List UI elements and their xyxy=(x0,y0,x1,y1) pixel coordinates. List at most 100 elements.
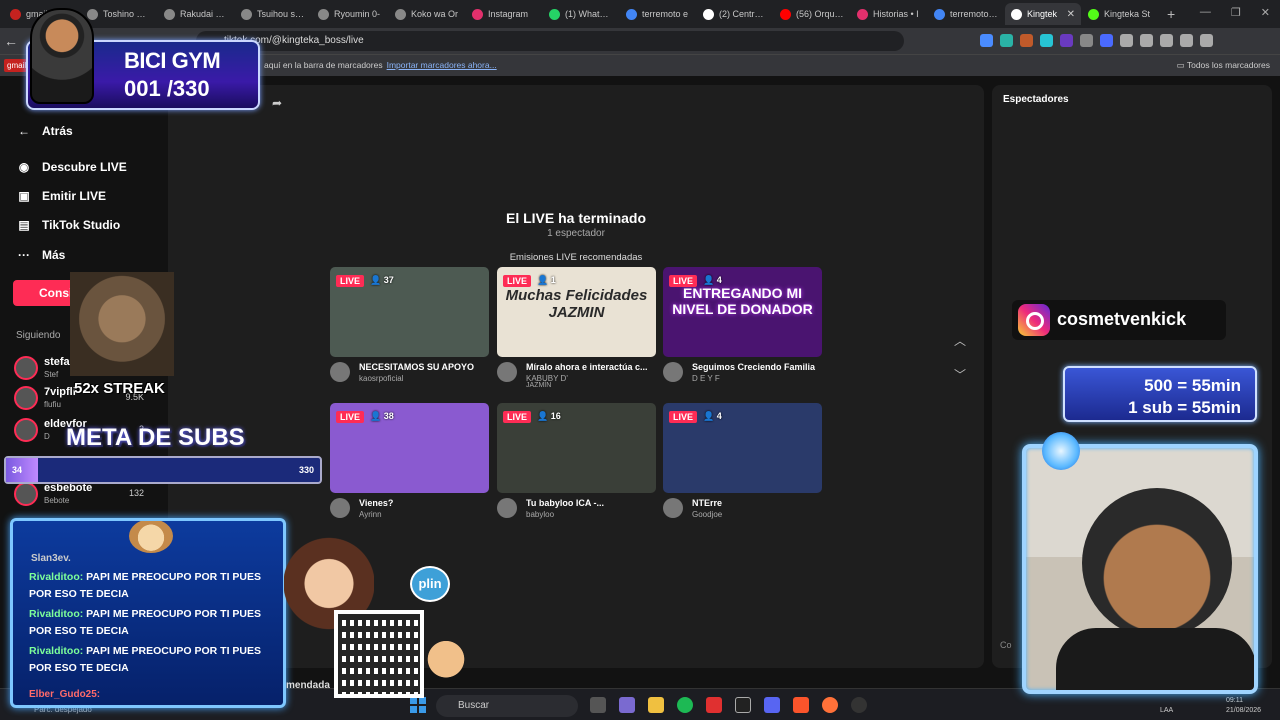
close-tab-icon[interactable]: ✕ xyxy=(1067,9,1075,20)
extension-icon[interactable] xyxy=(1000,34,1013,47)
app-icon[interactable] xyxy=(735,697,751,713)
live-title[interactable]: Tu babyloo ICA -... xyxy=(526,498,654,508)
browser-tab[interactable]: terremoto m xyxy=(928,3,1004,25)
live-username[interactable]: Goodjoe xyxy=(692,510,820,519)
avatar[interactable] xyxy=(330,498,350,518)
tab-label: Kingtek xyxy=(1027,9,1058,19)
extension-icon[interactable] xyxy=(980,34,993,47)
menu-icon[interactable] xyxy=(1200,34,1213,47)
browser-tab[interactable]: (56) Orquest xyxy=(774,3,850,25)
taskbar-apps xyxy=(590,697,867,713)
live-thumbnail[interactable]: ENTREGANDO MI NIVEL DE DONADOR LIVE 👤 4 xyxy=(663,267,822,357)
language-indicator[interactable]: LAA xyxy=(1160,707,1173,714)
brave-icon[interactable] xyxy=(793,697,809,713)
sidebar-icon[interactable] xyxy=(1160,34,1173,47)
live-card[interactable]: LIVE 👤 16 Tu babyloo ICA -... babyloo xyxy=(497,403,656,525)
tab-label: terremoto m xyxy=(950,9,998,19)
browser-tab[interactable]: Historias • I xyxy=(851,3,927,25)
import-bookmarks-link[interactable]: Importar marcadores ahora... xyxy=(387,60,497,70)
avatar[interactable] xyxy=(497,362,517,382)
avatar[interactable] xyxy=(663,498,683,518)
browser-tab[interactable]: Rakudai Ken xyxy=(158,3,234,25)
live-thumbnail[interactable]: LIVE 👤 4 xyxy=(663,403,822,493)
browser-tab[interactable]: Kingtek ✕ xyxy=(1005,3,1081,25)
live-thumbnail[interactable]: LIVE 👤 16 xyxy=(497,403,656,493)
browser-tab[interactable]: Kingteka St xyxy=(1082,3,1158,25)
avatar[interactable] xyxy=(330,362,350,382)
live-title[interactable]: NTErre xyxy=(692,498,820,508)
live-card[interactable]: LIVE 👤 37 NECESITAMOS SU APOYO kaosrpoficia… xyxy=(330,267,489,389)
extension-icon[interactable] xyxy=(1040,34,1053,47)
sidebar-item-tiktok-studio[interactable]: ▤ TikTok Studio xyxy=(16,218,120,232)
scroll-up-icon[interactable]: ︿ xyxy=(954,332,966,349)
avatar[interactable] xyxy=(663,362,683,382)
extension-icon[interactable] xyxy=(1100,34,1113,47)
task-view-icon[interactable] xyxy=(590,697,606,713)
all-bookmarks-button[interactable]: ▭ Todos los marcadores xyxy=(1177,60,1270,71)
discord-icon[interactable] xyxy=(764,697,780,713)
live-username[interactable]: kaosrpoficial xyxy=(359,374,487,383)
browser-tab[interactable]: Koko wa Or xyxy=(389,3,465,25)
browser-tab[interactable]: (2) Centro S xyxy=(697,3,773,25)
avatar[interactable] xyxy=(497,498,517,518)
live-title[interactable]: NECESITAMOS SU APOYO xyxy=(359,362,487,372)
live-card[interactable]: Muchas Felicidades JAZMIN LIVE 👤 1 Míralo a… xyxy=(497,267,656,389)
share-icon[interactable]: ➦ xyxy=(272,96,282,110)
firefox-icon[interactable] xyxy=(822,697,838,713)
tab-favicon-icon xyxy=(780,8,791,20)
browser-tab[interactable]: Toshino Ma... xyxy=(81,3,157,25)
app-icon[interactable] xyxy=(619,697,635,713)
live-username[interactable]: babyloo xyxy=(526,510,654,519)
download-icon[interactable] xyxy=(1140,34,1153,47)
back-button[interactable]: ← Atrás xyxy=(16,124,73,138)
scroll-down-icon[interactable]: ﹀ xyxy=(954,366,966,383)
live-username[interactable]: D E Y F xyxy=(692,374,820,383)
live-card[interactable]: ENTREGANDO MI NIVEL DE DONADOR LIVE 👤 4 Seg… xyxy=(663,267,822,389)
extension-icon[interactable] xyxy=(1060,34,1073,47)
close-window-icon[interactable]: ✕ xyxy=(1261,6,1270,19)
viewer-count: 👤 37 xyxy=(370,275,394,285)
taskbar-search-input[interactable]: Buscar xyxy=(436,695,578,717)
avatar xyxy=(14,418,38,442)
cyclist-character-image xyxy=(30,8,94,104)
live-title[interactable]: Vienes? xyxy=(359,498,487,508)
maximize-icon[interactable]: ❐ xyxy=(1231,6,1241,19)
live-thumbnail[interactable]: LIVE 👤 37 xyxy=(330,267,489,357)
live-thumbnail[interactable]: Muchas Felicidades JAZMIN LIVE 👤 1 xyxy=(497,267,656,357)
extension-icon[interactable] xyxy=(1020,34,1033,47)
back-label: Atrás xyxy=(42,124,73,138)
viewer-count: 👤 38 xyxy=(370,411,394,421)
live-username[interactable]: Ayrinn xyxy=(359,510,487,519)
minimize-icon[interactable]: — xyxy=(1200,6,1211,19)
comment-input[interactable]: Co xyxy=(1000,640,1012,650)
viewer-count-value: 16 xyxy=(550,411,561,421)
live-title[interactable]: Míralo ahora e interactúa c... xyxy=(526,362,654,372)
windows-start-icon[interactable] xyxy=(410,697,426,713)
puzzle-icon[interactable] xyxy=(1120,34,1133,47)
spotify-icon[interactable] xyxy=(677,697,693,713)
sidebar-item-descubre-live[interactable]: ◉ Descubre LIVE xyxy=(16,160,127,174)
live-thumbnail[interactable]: LIVE 👤 38 xyxy=(330,403,489,493)
back-arrow-icon[interactable]: ← xyxy=(0,33,22,49)
tab-label: Kingteka St xyxy=(1104,9,1151,19)
clock-time[interactable]: 09:11 xyxy=(1226,697,1243,704)
live-title[interactable]: Seguimos Creciendo Familia xyxy=(692,362,820,372)
browser-tab[interactable]: Instagram xyxy=(466,3,542,25)
extension-icon[interactable] xyxy=(1080,34,1093,47)
sidebar-item-emitir-live[interactable]: ▣ Emitir LIVE xyxy=(16,189,106,203)
file-explorer-icon[interactable] xyxy=(648,697,664,713)
sidebar-item-mas[interactable]: ··· Más xyxy=(16,248,65,262)
browser-tab[interactable]: (1) WhatsAp xyxy=(543,3,619,25)
browser-tab[interactable]: terremoto e xyxy=(620,3,696,25)
url-input[interactable]: tiktok.com/@kingteka_boss/live xyxy=(196,31,904,51)
live-card[interactable]: LIVE 👤 4 NTErre Goodjoe xyxy=(663,403,822,525)
obs-icon[interactable] xyxy=(851,697,867,713)
profile-icon[interactable] xyxy=(1180,34,1193,47)
browser-tab[interactable]: Tsuihou sare xyxy=(235,3,311,25)
app-icon[interactable] xyxy=(706,697,722,713)
new-tab-icon[interactable]: + xyxy=(1167,6,1175,22)
live-card[interactable]: LIVE 👤 38 Vienes? Ayrinn xyxy=(330,403,489,525)
clock-date[interactable]: 21/08/2026 xyxy=(1226,707,1261,714)
tab-favicon-icon xyxy=(1011,8,1022,20)
browser-tab[interactable]: Ryoumin 0- xyxy=(312,3,388,25)
